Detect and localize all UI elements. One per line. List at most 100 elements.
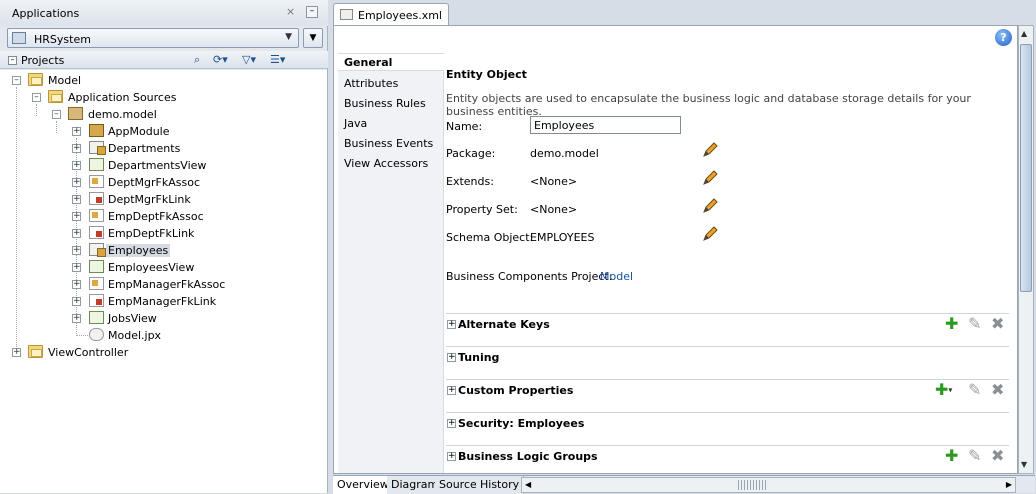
tree-node-jobsview[interactable]: + JobsView: [0, 310, 240, 327]
expand-icon[interactable]: +: [72, 127, 81, 136]
editor-tab-employees[interactable]: Employees.xml: [333, 3, 449, 25]
tree-node-package[interactable]: – demo.model: [0, 106, 220, 123]
sync-icon[interactable]: ⟳▾: [213, 53, 228, 67]
association-icon: [89, 175, 104, 188]
expand-icon[interactable]: +: [72, 161, 81, 170]
name-field[interactable]: [530, 116, 681, 134]
edit-package-icon[interactable]: [702, 142, 718, 158]
editor-tab-label: Employees.xml: [358, 9, 442, 22]
tree-node-deptmgrfklink[interactable]: + DeptMgrFkLink: [0, 191, 240, 208]
expand-icon[interactable]: +: [72, 212, 81, 221]
expand-icon[interactable]: +: [72, 280, 81, 289]
expand-icon[interactable]: +: [447, 419, 456, 428]
tree-node-application-sources[interactable]: – Application Sources: [0, 89, 220, 106]
collapse-icon[interactable]: –: [32, 93, 41, 102]
nav-view-accessors[interactable]: View Accessors: [344, 157, 428, 170]
add-dropdown-icon[interactable]: ✚▾: [935, 382, 952, 399]
edit-icon[interactable]: ✎: [968, 316, 981, 332]
add-icon[interactable]: ✚: [945, 316, 958, 332]
collapse-projects-icon[interactable]: –: [8, 56, 17, 65]
delete-icon[interactable]: ✖: [991, 382, 1004, 398]
app-module-icon: [89, 124, 104, 137]
expand-icon[interactable]: +: [72, 297, 81, 306]
tab-history[interactable]: History: [476, 476, 525, 494]
folder-icon: [48, 90, 63, 103]
editor-panel: Employees.xml ? General Attributes Busin…: [330, 0, 1036, 494]
nav-java[interactable]: Java: [344, 117, 367, 130]
tree-node-employees[interactable]: + Employees: [0, 242, 240, 259]
expand-icon[interactable]: +: [447, 320, 456, 329]
expand-icon[interactable]: +: [72, 246, 81, 255]
tree-label: EmpManagerFkLink: [108, 295, 217, 308]
section-tuning[interactable]: + Tuning: [446, 346, 1009, 366]
tree-node-employeesview[interactable]: + EmployeesView: [0, 259, 240, 276]
expand-icon[interactable]: +: [72, 314, 81, 323]
close-icon[interactable]: ×: [286, 5, 295, 18]
tree-node-appmodule[interactable]: + AppModule: [0, 123, 240, 140]
nav-attributes[interactable]: Attributes: [344, 77, 398, 90]
package-label: Package:: [446, 147, 496, 160]
project-file-icon: [89, 328, 104, 341]
minimize-icon[interactable]: –: [306, 6, 318, 18]
section-business-logic-groups[interactable]: + Business Logic Groups ✚ ✎ ✖: [446, 445, 1009, 465]
delete-icon[interactable]: ✖: [991, 448, 1004, 464]
tree-node-empmanagerfkassoc[interactable]: + EmpManagerFkAssoc: [0, 276, 240, 293]
edit-extends-icon[interactable]: [702, 170, 718, 186]
edit-schema-object-icon[interactable]: [702, 226, 718, 242]
search-icon[interactable]: ⌕: [194, 53, 200, 67]
expand-icon[interactable]: +: [72, 195, 81, 204]
expand-icon[interactable]: +: [72, 229, 81, 238]
tree-node-model[interactable]: – Model: [0, 72, 200, 89]
application-menu-button[interactable]: ▼: [303, 28, 323, 48]
section-alternate-keys[interactable]: + Alternate Keys ✚ ✎ ✖: [446, 313, 1009, 333]
tree-node-model-jpx[interactable]: Model.jpx: [0, 327, 240, 344]
bc-project-link[interactable]: Model: [600, 270, 633, 283]
expand-icon[interactable]: +: [72, 263, 81, 272]
package-value: demo.model: [530, 147, 599, 160]
delete-icon[interactable]: ✖: [991, 316, 1004, 332]
tree-label: ViewController: [48, 346, 129, 359]
expand-icon[interactable]: +: [12, 348, 21, 357]
tree-node-empdeptfklink[interactable]: + EmpDeptFkLink: [0, 225, 240, 242]
tree-node-empdeptfkassoc[interactable]: + EmpDeptFkAssoc: [0, 208, 240, 225]
edit-icon[interactable]: ✎: [968, 382, 981, 398]
vertical-scrollbar[interactable]: ▲ ▼: [1018, 25, 1034, 474]
tab-overview[interactable]: Overview: [333, 476, 394, 494]
add-icon[interactable]: ✚: [945, 448, 958, 464]
horizontal-scrollbar[interactable]: ◀ ▶: [521, 477, 1016, 493]
scroll-thumb[interactable]: [1020, 44, 1032, 292]
help-icon[interactable]: ?: [995, 29, 1012, 46]
tree-label: DeptMgrFkLink: [108, 193, 191, 206]
sort-icon[interactable]: ☰▾: [270, 53, 285, 67]
scroll-right-icon[interactable]: ▶: [1006, 480, 1012, 489]
tree-node-viewcontroller[interactable]: + ViewController: [0, 344, 220, 361]
nav-business-events[interactable]: Business Events: [344, 137, 433, 150]
projects-label: Projects: [21, 54, 65, 67]
scroll-up-icon[interactable]: ▲: [1021, 29, 1027, 38]
expand-icon[interactable]: +: [72, 178, 81, 187]
tree-node-departmentsview[interactable]: + DepartmentsView: [0, 157, 240, 174]
collapse-icon[interactable]: –: [52, 110, 61, 119]
expand-icon[interactable]: +: [447, 353, 456, 362]
edit-property-set-icon[interactable]: [702, 198, 718, 214]
expand-icon[interactable]: +: [72, 144, 81, 153]
nav-business-rules[interactable]: Business Rules: [344, 97, 426, 110]
scroll-left-icon[interactable]: ◀: [525, 480, 531, 489]
tree-node-deptmgrfkassoc[interactable]: + DeptMgrFkAssoc: [0, 174, 240, 191]
tree-node-empmanagerfklink[interactable]: + EmpManagerFkLink: [0, 293, 240, 310]
edit-icon[interactable]: ✎: [968, 448, 981, 464]
nav-general[interactable]: General: [338, 53, 444, 71]
tab-source[interactable]: Source: [435, 476, 482, 494]
collapse-icon[interactable]: –: [12, 76, 21, 85]
scroll-down-icon[interactable]: ▼: [1021, 460, 1027, 469]
expand-icon[interactable]: +: [447, 452, 456, 461]
expand-icon[interactable]: +: [447, 386, 456, 395]
application-selector[interactable]: HRSystem ▼: [7, 28, 299, 48]
tree-label-selected: Employees: [106, 244, 171, 257]
tree-node-departments[interactable]: + Departments: [0, 140, 240, 157]
section-custom-properties[interactable]: + Custom Properties ✚▾ ✎ ✖: [446, 379, 1009, 399]
tree-label: EmpDeptFkAssoc: [108, 210, 204, 223]
scroll-grip[interactable]: [738, 480, 768, 490]
filter-icon[interactable]: ▽▾: [242, 53, 256, 67]
section-security[interactable]: + Security: Employees: [446, 412, 1009, 432]
